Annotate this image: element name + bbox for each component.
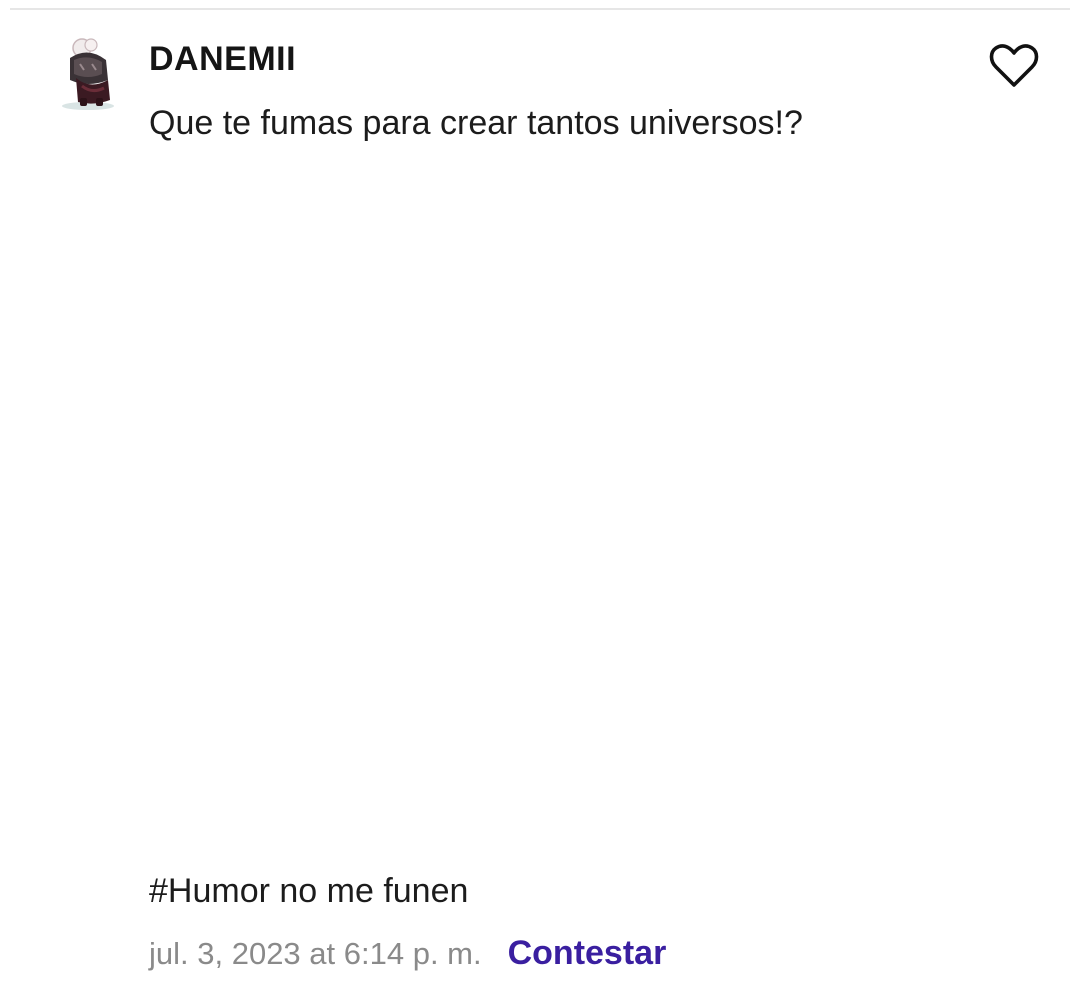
comment-text: Que te fumas para crear tantos universos… xyxy=(149,104,803,142)
like-button[interactable] xyxy=(988,42,1040,90)
comment-meta-row: jul. 3, 2023 at 6:14 p. m. Contestar xyxy=(149,934,666,973)
character-avatar-icon xyxy=(62,38,114,110)
comment-username[interactable]: DANEMII xyxy=(149,40,296,79)
user-avatar[interactable] xyxy=(58,36,124,112)
comment-timestamp: jul. 3, 2023 at 6:14 p. m. xyxy=(149,936,482,971)
reply-button[interactable]: Contestar xyxy=(508,934,667,973)
comment-hashtag-line: #Humor no me funen xyxy=(149,872,469,910)
top-divider xyxy=(10,8,1070,10)
heart-outline-icon xyxy=(989,44,1039,87)
